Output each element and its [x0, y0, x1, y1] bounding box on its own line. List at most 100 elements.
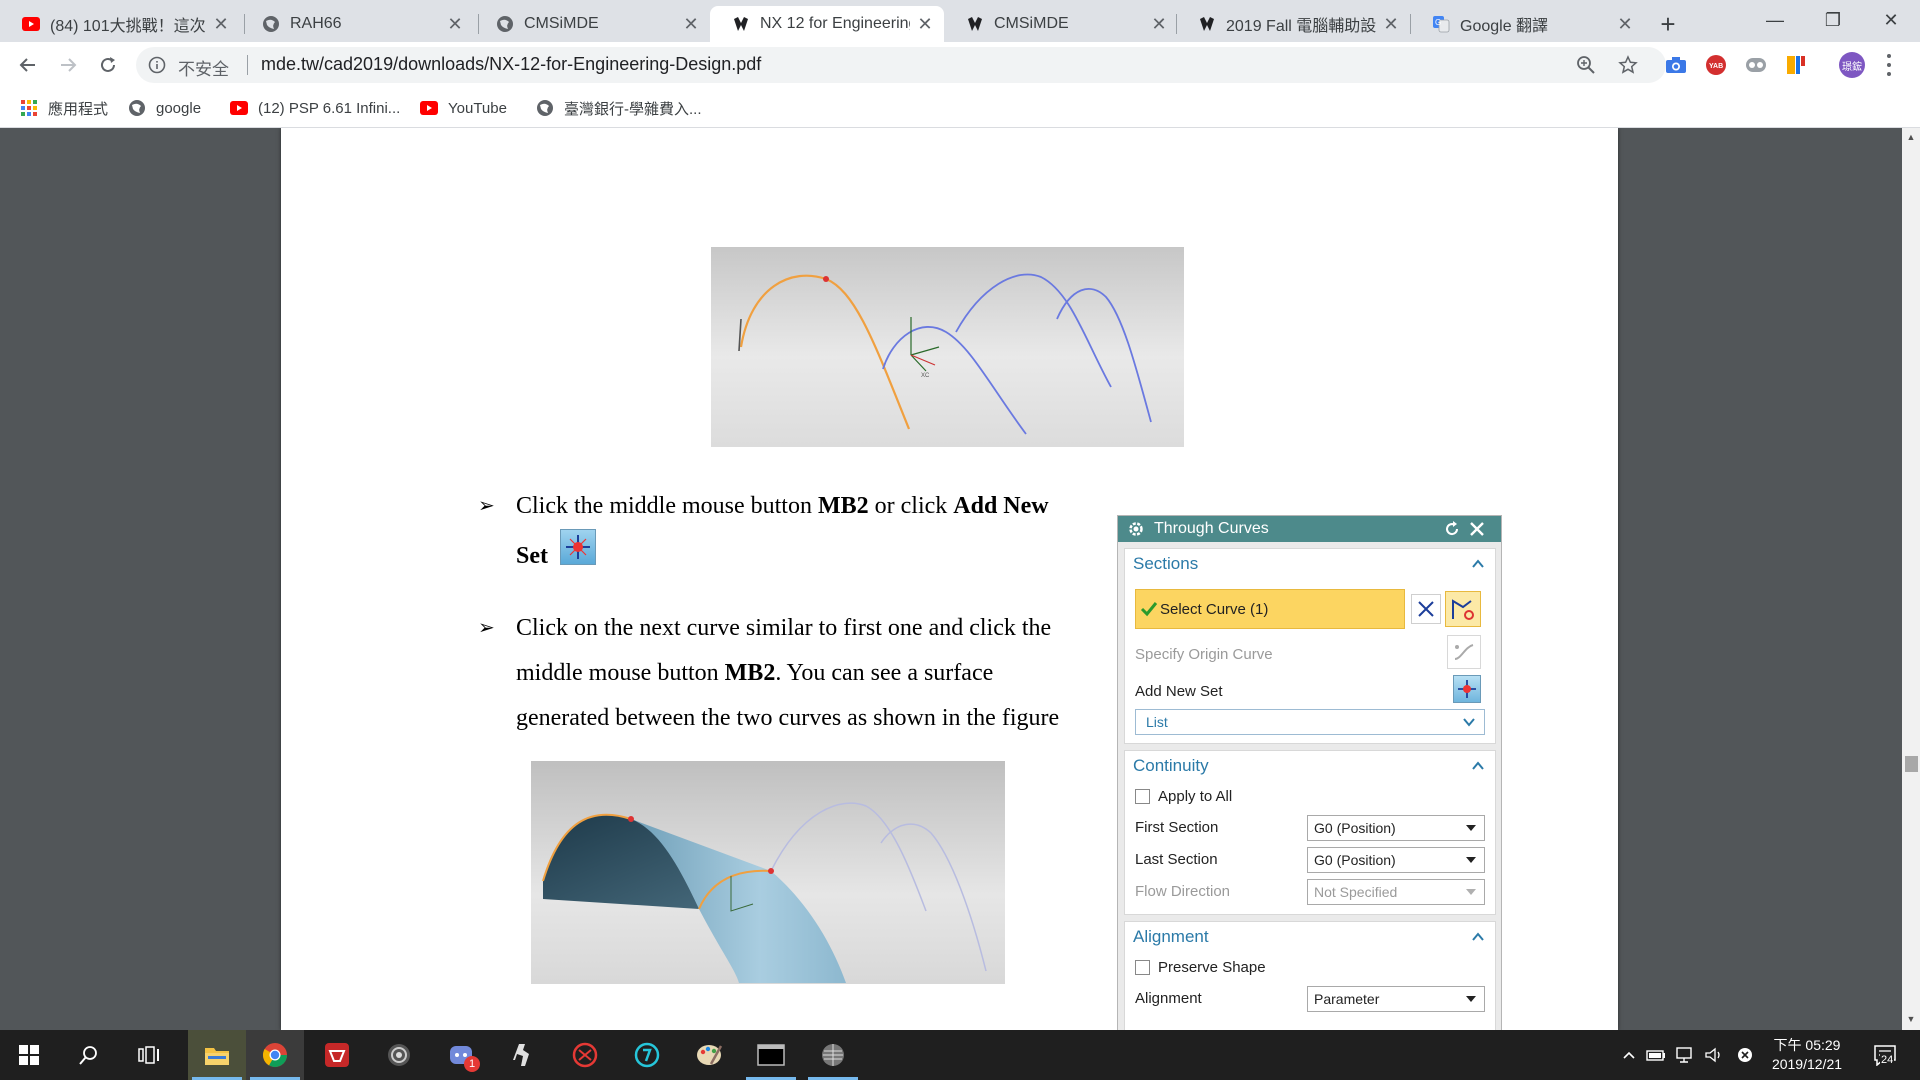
figure-surface	[531, 761, 1005, 984]
browser-toolbar: 不安全 mde.tw/cad2019/downloads/NX-12-for-E…	[0, 42, 1920, 88]
tab-close-icon[interactable]: ✕	[446, 14, 464, 34]
back-button[interactable]	[12, 49, 44, 81]
tab-close-icon[interactable]: ✕	[682, 14, 700, 34]
gear-icon[interactable]	[1126, 519, 1146, 539]
sections-header[interactable]: Sections	[1125, 549, 1495, 579]
taskbar-counter-strike[interactable]	[494, 1030, 552, 1080]
volume-icon[interactable]	[1703, 1044, 1725, 1066]
taskbar-chrome[interactable]	[246, 1030, 304, 1080]
reset-icon[interactable]	[1442, 519, 1462, 539]
scrollbar-thumb[interactable]	[1905, 756, 1918, 772]
select-curve-row[interactable]: Select Curve (1)	[1135, 589, 1405, 629]
add-new-set-button[interactable]	[1453, 675, 1481, 703]
taskbar-red-app[interactable]	[556, 1030, 614, 1080]
taskbar-sphere-app[interactable]	[804, 1030, 862, 1080]
youtube-icon	[230, 99, 248, 117]
new-tab-button[interactable]: +	[1652, 8, 1684, 40]
pdf-viewer[interactable]: XC ➢ Click the middle mouse button MB2 o…	[0, 128, 1920, 1030]
globe-icon	[262, 15, 280, 33]
tab-rah66[interactable]: RAH66 ✕	[240, 6, 474, 42]
taskbar-paint[interactable]	[680, 1030, 738, 1080]
preserve-shape-checkbox[interactable]	[1135, 960, 1150, 975]
maximize-button[interactable]: ❐	[1804, 0, 1862, 40]
translate-extension-icon[interactable]	[1784, 53, 1808, 77]
instruction-text-segment: generated between the two curves as show…	[516, 705, 1060, 731]
bookmark-youtube[interactable]: YouTube	[420, 96, 507, 120]
camera-extension-icon[interactable]	[1664, 53, 1688, 77]
chrome-icon	[262, 1043, 287, 1068]
browser-menu-icon[interactable]	[1884, 52, 1894, 78]
taskbar-file-explorer[interactable]	[188, 1030, 246, 1080]
taskbar-app-globe[interactable]	[370, 1030, 428, 1080]
first-section-dropdown[interactable]: G0 (Position)	[1307, 815, 1485, 841]
tray-overflow-icon[interactable]	[1618, 1044, 1640, 1066]
forward-button[interactable]	[52, 49, 84, 81]
chevron-up-icon[interactable]	[1471, 557, 1485, 571]
taskbar-teal-app[interactable]	[618, 1030, 676, 1080]
last-section-dropdown[interactable]: G0 (Position)	[1307, 847, 1485, 873]
tab-close-icon[interactable]: ✕	[916, 14, 934, 34]
tab-cmsimde-2[interactable]: CMSiMDE ✕	[944, 6, 1178, 42]
tab-youtube[interactable]: (84) 101大挑戰！這次絕 ✕	[0, 6, 240, 42]
bookmark-apps[interactable]: 應用程式	[20, 96, 108, 120]
close-tray-icon[interactable]	[1734, 1044, 1756, 1066]
alignment-header[interactable]: Alignment	[1125, 922, 1495, 952]
bookmark-star-icon[interactable]	[1618, 55, 1638, 75]
minimize-button[interactable]: —	[1746, 0, 1804, 40]
list-expander[interactable]: List	[1135, 709, 1485, 735]
task-view-button[interactable]	[120, 1030, 178, 1080]
deselect-curve-button[interactable]	[1411, 594, 1441, 624]
bookmark-google[interactable]: google	[128, 96, 201, 120]
reload-button[interactable]	[92, 49, 124, 81]
scroll-down-icon[interactable]: ▼	[1906, 1014, 1916, 1024]
scroll-up-icon[interactable]: ▲	[1906, 132, 1916, 142]
tab-close-icon[interactable]: ✕	[1150, 14, 1168, 34]
info-icon[interactable]	[148, 56, 166, 74]
start-button[interactable]	[0, 1030, 58, 1080]
dialog-title: Through Curves	[1154, 520, 1269, 537]
chevron-up-icon[interactable]	[1471, 759, 1485, 773]
alignment-dropdown[interactable]: Parameter	[1307, 986, 1485, 1012]
tab-google-translate[interactable]: G Google 翻譯 ✕	[1410, 6, 1644, 42]
viewer-scrollbar[interactable]: ▲ ▼	[1902, 128, 1920, 1030]
first-section-value: G0 (Position)	[1314, 820, 1396, 836]
bookmark-label: 應用程式	[48, 100, 109, 118]
yab-extension-icon[interactable]: YAB	[1704, 53, 1728, 77]
tab-nx12-pdf[interactable]: NX 12 for Engineering ✕	[710, 6, 944, 42]
bookmark-psp[interactable]: (12) PSP 6.61 Infini...	[230, 96, 400, 120]
close-icon[interactable]	[1467, 519, 1487, 539]
globe-icon	[128, 99, 146, 117]
notification-center[interactable]: 24	[1870, 1044, 1900, 1066]
search-button[interactable]	[60, 1030, 118, 1080]
bookmark-label: YouTube	[448, 99, 507, 117]
search-icon	[79, 1046, 97, 1065]
curve-rule-button[interactable]	[1445, 591, 1481, 627]
bookmark-bank[interactable]: 臺灣銀行-學雜費入...	[536, 96, 702, 120]
specify-origin-curve-button[interactable]	[1447, 635, 1481, 669]
close-window-button[interactable]: ✕	[1862, 0, 1920, 40]
profile-avatar[interactable]: 璟鋐	[1839, 52, 1865, 78]
globe-icon	[496, 15, 514, 33]
glasses-extension-icon[interactable]	[1744, 53, 1768, 77]
pdf-page: XC ➢ Click the middle mouse button MB2 o…	[281, 128, 1618, 1030]
reload-icon	[101, 57, 115, 72]
battery-icon[interactable]	[1645, 1044, 1667, 1066]
tab-cmsimde-1[interactable]: CMSiMDE ✕	[474, 6, 710, 42]
continuity-header[interactable]: Continuity	[1125, 751, 1495, 781]
url-text[interactable]: mde.tw/cad2019/downloads/NX-12-for-Engin…	[261, 54, 761, 75]
tab-close-icon[interactable]: ✕	[212, 14, 230, 34]
zoom-icon[interactable]	[1576, 55, 1596, 75]
taskbar-garena[interactable]	[308, 1030, 366, 1080]
tab-close-icon[interactable]: ✕	[1616, 14, 1634, 34]
taskbar-discord[interactable]: 1	[432, 1030, 490, 1080]
chevron-up-icon[interactable]	[1471, 930, 1485, 944]
security-label[interactable]: 不安全	[178, 55, 229, 80]
taskbar-terminal[interactable]	[742, 1030, 800, 1080]
address-bar[interactable]: 不安全 mde.tw/cad2019/downloads/NX-12-for-E…	[136, 47, 1666, 83]
system-clock[interactable]: 下午 05:29 2019/12/21	[1762, 1036, 1852, 1074]
tab-close-icon[interactable]: ✕	[1382, 14, 1400, 34]
apply-to-all-checkbox[interactable]	[1135, 789, 1150, 804]
add-new-set-icon	[560, 529, 596, 565]
tab-2019-fall-cad[interactable]: 2019 Fall 電腦輔助設計 ✕	[1176, 6, 1410, 42]
network-icon[interactable]	[1675, 1044, 1697, 1066]
